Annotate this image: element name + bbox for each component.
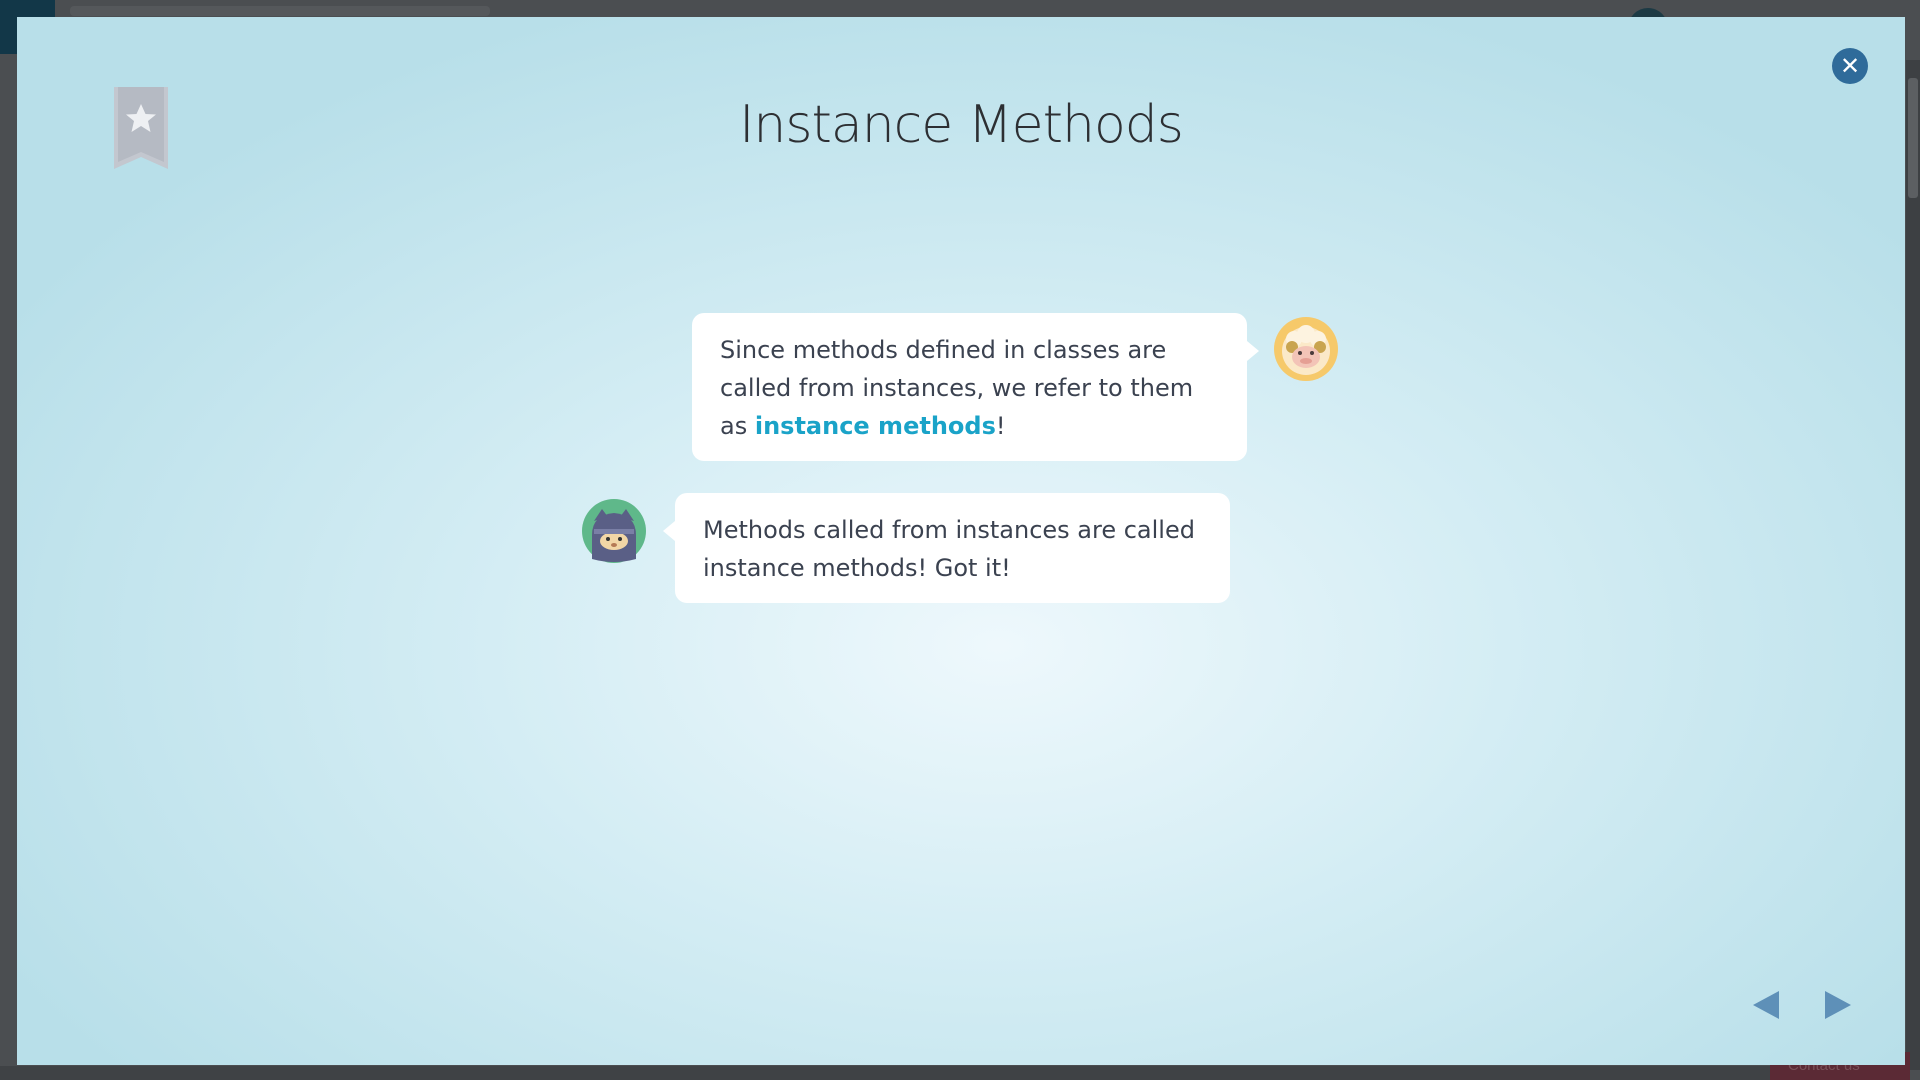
bubble-suffix: ! (995, 412, 1006, 440)
bubble-text: Methods called from instances are called… (703, 516, 1195, 582)
speech-bubble-ninja: Methods called from instances are called… (663, 493, 1230, 603)
keyword-highlight: instance methods (754, 412, 996, 440)
scrollbar (1906, 60, 1920, 1070)
scrollbar-thumb (1908, 78, 1918, 198)
close-icon: ✕ (1839, 52, 1861, 80)
ninja-avatar (582, 499, 646, 563)
prev-arrow-icon[interactable] (1747, 985, 1787, 1025)
next-arrow-icon[interactable] (1817, 985, 1857, 1025)
speech-bubble-sheep: Since methods defined in classes are cal… (692, 313, 1259, 461)
top-bar (70, 6, 490, 16)
sheep-avatar (1274, 317, 1338, 381)
close-button[interactable]: ✕ (1832, 48, 1868, 84)
lesson-modal: Instance Methods ✕ Since methods defined… (17, 17, 1905, 1065)
lesson-title: Instance Methods (739, 95, 1184, 155)
bottom-scrollbar (0, 1066, 1770, 1080)
